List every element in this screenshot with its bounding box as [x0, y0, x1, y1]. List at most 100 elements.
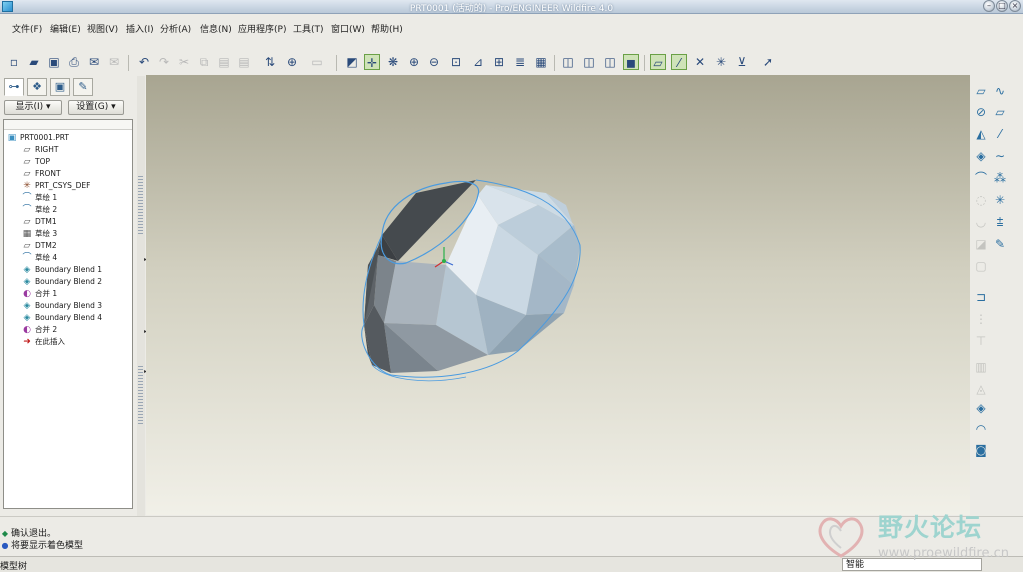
- repaint-icon[interactable]: ◩: [344, 54, 360, 70]
- cut-icon[interactable]: ✂: [176, 54, 192, 70]
- main-toolbar: ▫ ▰ ▣ ⎙ ✉ ✉ ↶ ↷ ✂ ⧉ ▤ ▤ ⇅ ⊕ ▭ ◩ ✛ ❋ ⊕ ⊖ …: [0, 52, 1023, 74]
- menu-analysis[interactable]: 分析(A): [160, 22, 191, 35]
- datum-plane-icon: ▱: [23, 241, 31, 251]
- navigator-tabs: ⊶ ❖ ▣ ✎: [0, 76, 145, 98]
- datum-points-icon[interactable]: ✕: [692, 54, 708, 70]
- mirror-tool-icon[interactable]: ⊤: [973, 333, 989, 349]
- datum-planes-icon[interactable]: ▱: [650, 54, 666, 70]
- solidify-tool-icon[interactable]: ◙: [973, 442, 989, 458]
- menu-view[interactable]: 视图(V): [87, 22, 118, 35]
- orient-mode-icon[interactable]: ❋: [385, 54, 401, 70]
- menu-tools[interactable]: 工具(T): [293, 22, 324, 35]
- round-tool-icon[interactable]: ◡: [973, 214, 989, 230]
- reorient-icon[interactable]: ⊿: [470, 54, 486, 70]
- tree-item-label: Boundary Blend 1: [35, 265, 103, 274]
- refit-icon[interactable]: ⊡: [448, 54, 464, 70]
- boundary-blend-tool-icon[interactable]: ◈: [973, 148, 989, 164]
- coordinate-systems-icon[interactable]: ✳: [713, 54, 729, 70]
- find-icon[interactable]: ⊕: [284, 54, 300, 70]
- thicken-tool-icon[interactable]: ◠: [973, 421, 989, 437]
- open-file-icon[interactable]: ▰: [26, 54, 42, 70]
- message-text: 将要显示着色模型: [11, 541, 84, 551]
- offset-tool-icon[interactable]: ◈: [973, 400, 989, 416]
- chamfer-tool-icon[interactable]: ◪: [973, 236, 989, 252]
- menu-file[interactable]: 文件(F): [12, 22, 42, 35]
- watermark-logo-icon: [818, 517, 864, 558]
- undo-icon[interactable]: ↶: [136, 54, 152, 70]
- hidden-line-icon[interactable]: ◫: [581, 54, 597, 70]
- copy-geometry-icon[interactable]: ⊐: [973, 289, 989, 305]
- send-link-icon[interactable]: ✉: [106, 54, 122, 70]
- print-icon[interactable]: ⎙: [66, 54, 82, 70]
- merge-tool-icon[interactable]: ▥: [973, 359, 989, 375]
- datum-axis-tool-icon[interactable]: ⊘: [973, 104, 989, 120]
- datum-curve-tool-icon[interactable]: ∼: [992, 148, 1008, 164]
- context-help-icon[interactable]: ➚: [760, 54, 776, 70]
- shell-tool-icon[interactable]: ▢: [973, 258, 989, 274]
- menu-applications[interactable]: 应用程序(P): [238, 22, 286, 35]
- datum-plane-tool-icon[interactable]: ▱: [992, 104, 1008, 120]
- new-file-icon[interactable]: ▫: [6, 54, 22, 70]
- close-icon[interactable]: ×: [1009, 0, 1021, 12]
- saved-views-icon[interactable]: ⊞: [491, 54, 507, 70]
- toolbar-separator: [128, 55, 129, 71]
- copy-icon[interactable]: ⧉: [196, 54, 212, 70]
- sketcher-tool-icon[interactable]: ✎: [992, 236, 1008, 252]
- datum-axis-tool-icon[interactable]: ⁄: [992, 126, 1008, 142]
- datum-plane-icon: ▱: [23, 217, 31, 227]
- merge-icon: ◐: [23, 325, 31, 335]
- analysis-tool-icon[interactable]: ⩲: [992, 214, 1008, 230]
- menu-help[interactable]: 帮助(H): [371, 22, 403, 35]
- settings-button[interactable]: 设置(G) ▾: [68, 100, 124, 115]
- graphics-window[interactable]: [146, 75, 970, 515]
- tree-item-label: 草绘 4: [35, 253, 58, 262]
- maximize-icon[interactable]: □: [996, 0, 1008, 12]
- minimize-icon[interactable]: –: [983, 0, 995, 12]
- paste-icon[interactable]: ▤: [216, 54, 232, 70]
- csys-tool-icon[interactable]: ✳: [992, 192, 1008, 208]
- title-bar: PRT0001 (活动的) - Pro/ENGINEER Wildfire 4.…: [0, 0, 1023, 14]
- annotation-icon[interactable]: ⊻: [734, 54, 750, 70]
- message-line: ● 将要显示着色模型: [1, 538, 84, 551]
- model-tree: ▣ PRT0001.PRT ▱ RIGHT ▱ TOP ▱ FRONT ✳ PR…: [3, 119, 133, 509]
- model-render: [361, 179, 581, 382]
- show-button[interactable]: 显示(I) ▾: [4, 100, 62, 115]
- model-tree-tab[interactable]: ⊶: [4, 78, 24, 96]
- navigator-splitter[interactable]: ▸ ▸ ▸: [137, 76, 147, 516]
- datum-plane-tool-icon[interactable]: ▱: [973, 83, 989, 99]
- splitter-grip[interactable]: [138, 176, 143, 236]
- favorites-tab[interactable]: ▣: [50, 78, 70, 96]
- datum-point-tool-icon[interactable]: ⁂: [992, 170, 1008, 186]
- no-hidden-icon[interactable]: ◫: [602, 54, 618, 70]
- email-icon[interactable]: ✉: [86, 54, 102, 70]
- folder-browser-tab[interactable]: ❖: [27, 78, 47, 96]
- menu-window[interactable]: 窗口(W): [331, 22, 365, 35]
- shading-icon[interactable]: ◼: [623, 54, 639, 70]
- watermark-title: 野火论坛: [878, 513, 983, 542]
- save-icon[interactable]: ▣: [46, 54, 62, 70]
- menu-info[interactable]: 信息(N): [200, 22, 232, 35]
- wireframe-icon[interactable]: ◫: [560, 54, 576, 70]
- regenerate-icon[interactable]: ⇅: [262, 54, 278, 70]
- pattern-tool-icon[interactable]: ⋮: [973, 311, 989, 327]
- select-filter-icon[interactable]: ▭: [304, 54, 330, 70]
- datum-axes-icon[interactable]: ⁄: [671, 54, 687, 70]
- trim-tool-icon[interactable]: ◬: [973, 381, 989, 397]
- paste-special-icon[interactable]: ▤: [236, 54, 252, 70]
- menu-edit[interactable]: 编辑(E): [50, 22, 81, 35]
- layers-icon[interactable]: ≣: [512, 54, 528, 70]
- tree-item-label: DTM2: [35, 241, 57, 250]
- sketched-curve-tool-icon[interactable]: ∿: [992, 83, 1008, 99]
- tree-item-label: Boundary Blend 3: [35, 301, 103, 310]
- hole-tool-icon[interactable]: ◌: [973, 192, 989, 208]
- zoom-in-icon[interactable]: ⊕: [406, 54, 422, 70]
- history-tab[interactable]: ✎: [73, 78, 93, 96]
- spin-center-icon[interactable]: ✛: [364, 54, 380, 70]
- sketch-tool-icon[interactable]: ⌒: [973, 170, 989, 186]
- zoom-out-icon[interactable]: ⊖: [426, 54, 442, 70]
- menu-insert[interactable]: 插入(I): [126, 22, 154, 35]
- redo-icon[interactable]: ↷: [156, 54, 172, 70]
- extrude-tool-icon[interactable]: ◭: [973, 126, 989, 142]
- splitter-grip[interactable]: [138, 366, 143, 426]
- view-manager-icon[interactable]: ▦: [533, 54, 549, 70]
